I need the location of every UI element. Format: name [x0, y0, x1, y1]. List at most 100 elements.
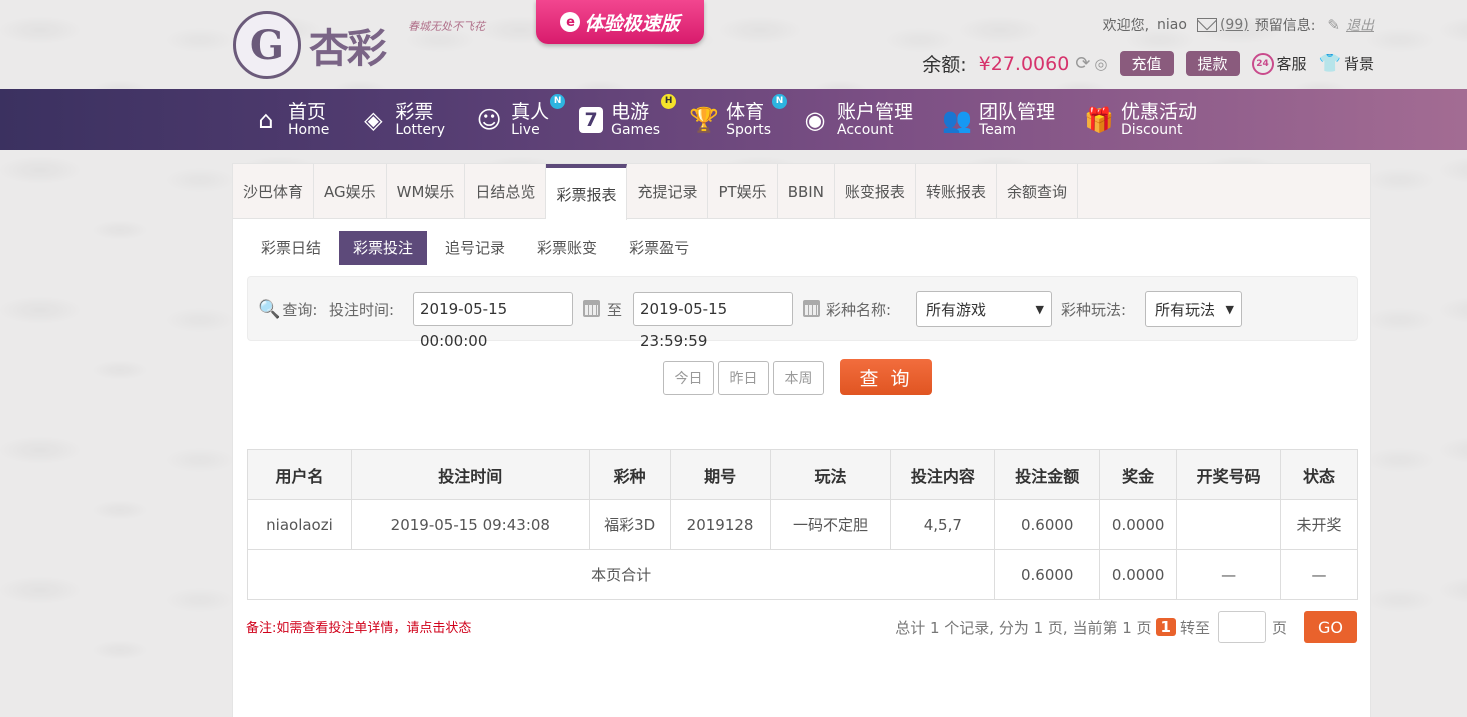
nav-games[interactable]: 7 电游 Games H — [579, 93, 677, 138]
gift-icon: 🎁 — [1084, 105, 1114, 134]
nav-account[interactable]: ◉ 账户管理 Account — [801, 100, 914, 138]
query-button[interactable]: 查 询 — [840, 359, 932, 395]
subtab-daily[interactable]: 彩票日结 — [247, 231, 335, 265]
nav-sublabel: Account — [837, 121, 894, 138]
balance-value: ¥27.0060 — [978, 52, 1070, 75]
nav-home[interactable]: ⌂ 首页 Home — [252, 102, 329, 138]
nav-discount[interactable]: 🎁 优惠活动 Discount — [1084, 100, 1198, 138]
tab-ag[interactable]: AG娱乐 — [314, 164, 387, 219]
calendar-icon[interactable] — [583, 300, 600, 317]
current-page[interactable]: 1 — [1155, 618, 1176, 636]
header: G 杏彩 春城无处不飞花 e 体验极速版 欢迎您, niao (99) 预留信息… — [0, 0, 1467, 89]
query-label: 查询: — [282, 301, 318, 319]
welcome-text: 欢迎您, — [1102, 18, 1150, 34]
tab-lottery-report[interactable]: 彩票报表 — [546, 164, 628, 220]
tab-saba-sports[interactable]: 沙巴体育 — [233, 164, 315, 219]
tab-transfer-report[interactable]: 转账报表 — [916, 164, 997, 219]
nav-live[interactable]: ☺ 真人 Live N — [475, 93, 566, 138]
customer-service-label: 客服 — [1276, 55, 1307, 73]
col-draw-number: 开奖号码 — [1176, 449, 1282, 500]
report-tabs: 沙巴体育 AG娱乐 WM娱乐 日结总览 彩票报表 充提记录 PT娱乐 BBIN … — [233, 164, 1370, 220]
remark-note: 备注:如需查看投注单详情，请点击状态 — [246, 621, 472, 636]
logo[interactable]: G 杏彩 春城无处不飞花 — [233, 10, 485, 80]
hot-badge: H — [661, 93, 677, 109]
subtab-account-change[interactable]: 彩票账变 — [523, 231, 611, 265]
user-info: 欢迎您, niao (99) 预留信息: ✎ 退出 — [1103, 15, 1374, 35]
cell-prize: 0.0000 — [1099, 499, 1178, 550]
calendar-icon[interactable] — [803, 300, 820, 317]
nav-label: 首页 — [288, 100, 327, 123]
mail-count[interactable]: (99) — [1220, 17, 1249, 33]
tab-pt[interactable]: PT娱乐 — [708, 164, 778, 219]
nav-label: 账户管理 — [837, 100, 914, 123]
total-prize: 0.0000 — [1099, 549, 1178, 600]
bets-table: 用户名 投注时间 彩种 期号 玩法 投注内容 投注金额 奖金 开奖号码 状态 n… — [246, 449, 1358, 600]
tab-wm[interactable]: WM娱乐 — [387, 164, 466, 219]
pagination: 总计 1 个记录, 分为 1 页, 当前第 1 页 1 转至 页 GO — [895, 611, 1357, 643]
bet-time-label: 投注时间: — [329, 301, 395, 319]
table-total-row: 本页合计 0.6000 0.0000 — — — [246, 549, 1358, 600]
mail-icon[interactable] — [1196, 18, 1217, 32]
nav-sublabel: Live — [511, 121, 540, 138]
col-status: 状态 — [1280, 449, 1358, 500]
start-date-input[interactable]: 2019-05-15 00:00:00 — [413, 292, 573, 350]
coin-icon: ◉ — [804, 105, 826, 134]
go-button[interactable]: GO — [1304, 611, 1357, 643]
promo-button[interactable]: e 体验极速版 — [536, 0, 704, 44]
cell-draw-number — [1176, 499, 1282, 550]
game-select[interactable]: 所有游戏 ▼ — [916, 291, 1052, 327]
tab-account-change[interactable]: 账变报表 — [835, 164, 916, 219]
sub-tabs: 彩票日结 彩票投注 追号记录 彩票账变 彩票盈亏 — [247, 231, 707, 265]
deposit-button[interactable]: 充值 — [1119, 51, 1174, 76]
page-input[interactable] — [1217, 611, 1266, 643]
cell-amount: 0.6000 — [994, 499, 1101, 550]
col-prize: 奖金 — [1099, 449, 1178, 500]
tab-daily-overview[interactable]: 日结总览 — [465, 164, 547, 219]
yesterday-button[interactable]: 昨日 — [718, 361, 769, 395]
nav-label: 体育 — [726, 100, 765, 123]
table-row: niaolaozi 2019-05-15 09:43:08 福彩3D 20191… — [247, 499, 1358, 550]
nav-team[interactable]: 👥 团队管理 Team — [942, 102, 1055, 138]
tab-balance-query[interactable]: 余额查询 — [997, 164, 1078, 219]
nav-label: 真人 — [511, 100, 550, 123]
subtab-chase[interactable]: 追号记录 — [431, 231, 519, 265]
subtab-profit-loss[interactable]: 彩票盈亏 — [615, 231, 703, 265]
nav-sublabel: Home — [288, 121, 330, 138]
tab-bbin[interactable]: BBIN — [778, 164, 835, 219]
edit-icon[interactable]: ✎ — [1327, 16, 1340, 34]
cell-issue: 2019128 — [669, 499, 771, 550]
withdraw-button[interactable]: 提款 — [1185, 51, 1240, 76]
col-lottery: 彩种 — [588, 449, 671, 500]
new-badge: N — [550, 93, 566, 109]
today-button[interactable]: 今日 — [663, 361, 714, 395]
tab-deposit-withdraw[interactable]: 充提记录 — [627, 164, 709, 219]
brand-slogan: 春城无处不飞花 — [408, 20, 485, 33]
play-select[interactable]: 所有玩法 ▼ — [1145, 291, 1242, 327]
cell-status[interactable]: 未开奖 — [1280, 499, 1358, 550]
subtab-bets[interactable]: 彩票投注 — [339, 231, 428, 265]
cell-username: niaolaozi — [247, 499, 352, 550]
total-draw-number: — — [1176, 549, 1282, 600]
background-link[interactable]: 👕 背景 — [1319, 53, 1374, 74]
cell-content: 4,5,7 — [890, 499, 996, 550]
goto-label: 转至 — [1179, 618, 1210, 637]
hide-balance-icon[interactable]: ◎ — [1094, 55, 1107, 73]
refresh-icon[interactable]: ⟳ — [1075, 53, 1090, 74]
end-date-input[interactable]: 2019-05-15 23:59:59 — [633, 292, 793, 350]
col-content: 投注内容 — [890, 449, 996, 500]
nav-sports[interactable]: 🏆 体育 Sports N — [689, 93, 787, 138]
pager-summary: 总计 1 个记录, 分为 1 页, 当前第 1 页 — [895, 618, 1152, 637]
nav-lottery[interactable]: ◈ 彩票 Lottery — [359, 102, 445, 138]
shirt-icon: 👕 — [1318, 53, 1341, 74]
nav-label: 优惠活动 — [1121, 100, 1198, 123]
customer-service-link[interactable]: 24 客服 — [1251, 52, 1307, 75]
logout-link[interactable]: 退出 — [1346, 15, 1374, 35]
quick-date-buttons: 今日 昨日 本周 — [663, 361, 828, 395]
game-select-value: 所有游戏 — [926, 300, 987, 319]
e-icon: e — [560, 12, 581, 32]
total-amount: 0.6000 — [994, 549, 1101, 600]
this-week-button[interactable]: 本周 — [773, 361, 824, 395]
background-label: 背景 — [1343, 55, 1374, 73]
balance-label: 余额: — [922, 54, 967, 76]
balance-row: 余额: ¥27.0060 ⟳ ◎ 充值 提款 24 客服 👕 背景 — [922, 50, 1374, 77]
